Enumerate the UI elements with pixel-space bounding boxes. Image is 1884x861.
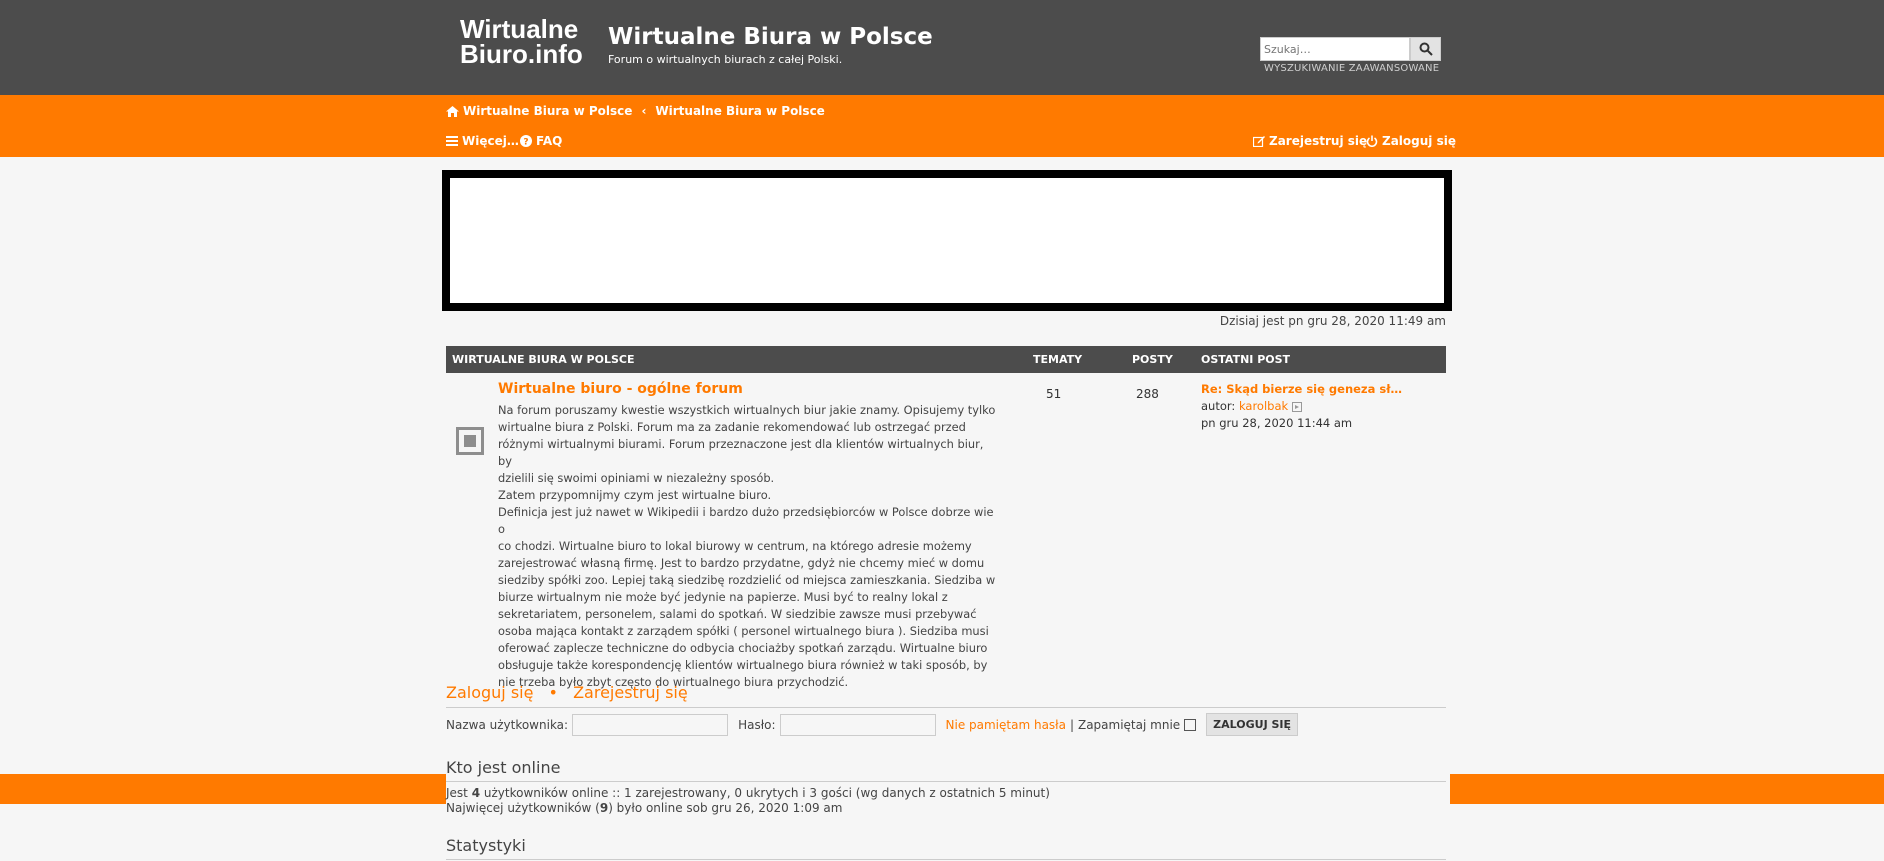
home-icon bbox=[446, 105, 459, 117]
login-link[interactable]: Zaloguj się bbox=[1366, 134, 1456, 148]
edit-icon bbox=[1253, 136, 1265, 147]
forum-read-icon bbox=[456, 427, 484, 455]
description-line: wirtualne biura z Polski. Forum ma za za… bbox=[498, 420, 966, 434]
last-post-info: Re: Skąd bierze się geneza sł… autor: ka… bbox=[1201, 381, 1402, 432]
remember-me-checkbox[interactable] bbox=[1184, 718, 1197, 731]
search-button[interactable] bbox=[1410, 37, 1441, 61]
question-circle-icon: ? bbox=[520, 135, 532, 147]
ad-banner bbox=[442, 170, 1452, 311]
online-title: Kto jest online bbox=[446, 758, 561, 777]
divider bbox=[446, 859, 1446, 860]
description-line: dzielili się swoimi opiniami w niezależn… bbox=[498, 471, 775, 485]
search-input[interactable] bbox=[1260, 37, 1410, 61]
max-online-suffix: ) było online sob gru 26, 2020 1:09 am bbox=[608, 801, 843, 815]
svg-text:?: ? bbox=[523, 138, 528, 148]
description-line: różnymi wirtualnymi biurami. Forum przez… bbox=[498, 437, 984, 468]
description-line: Zatem przypomnijmy czym jest wirtualne b… bbox=[498, 488, 772, 502]
logo-line-2: Biuro.info bbox=[460, 39, 583, 69]
faq-label: FAQ bbox=[536, 134, 563, 148]
description-line: siedziby spółki zoo. Lepiej taką siedzib… bbox=[498, 573, 996, 587]
online-count: 4 bbox=[471, 786, 481, 800]
description-line: oferować zaplecze techniczne do odbycia … bbox=[498, 641, 988, 655]
last-post-time: pn gru 28, 2020 11:44 am bbox=[1201, 416, 1353, 430]
forgot-password-link[interactable]: Nie pamiętam hasła bbox=[946, 718, 1066, 732]
breadcrumb-separator: ‹ bbox=[641, 104, 647, 118]
last-post-title-link[interactable]: Re: Skąd bierze się geneza sł… bbox=[1201, 381, 1402, 398]
posts-column-header: POSTY bbox=[1132, 353, 1173, 366]
description-line: sekretariatem, personelem, salami do spo… bbox=[498, 607, 977, 621]
search-icon bbox=[1419, 42, 1433, 56]
last-post-author-line: autor: karolbak bbox=[1201, 398, 1402, 415]
username-field[interactable] bbox=[572, 713, 729, 736]
more-menu-label: Więcej… bbox=[462, 134, 519, 148]
author-label: autor: bbox=[1201, 399, 1236, 413]
divider bbox=[446, 781, 1446, 782]
advanced-search-link[interactable]: WYSZUKIWANIE ZAAWANSOWANE bbox=[1264, 63, 1439, 74]
power-icon bbox=[1366, 135, 1378, 147]
view-latest-post-icon[interactable] bbox=[1291, 401, 1302, 412]
category-title[interactable]: WIRTUALNE BIURA W POLSCE bbox=[452, 353, 635, 366]
forum-table-header: WIRTUALNE BIURA W POLSCE TEMATY POSTY OS… bbox=[446, 346, 1446, 373]
description-line: zarejestrować własną firmę. Jest to bard… bbox=[498, 556, 985, 570]
max-online-prefix: Najwięcej użytkowników ( bbox=[446, 801, 600, 815]
forum-description: Na forum poruszamy kwestie wszystkich wi… bbox=[498, 402, 998, 691]
site-logo[interactable]: Wirtualne Biuro.info bbox=[460, 16, 583, 69]
login-header-separator: • bbox=[548, 683, 558, 702]
login-label: Zaloguj się bbox=[1382, 134, 1456, 148]
login-header: Zaloguj się • Zarejestruj się bbox=[446, 683, 688, 702]
faq-link[interactable]: ? FAQ bbox=[520, 134, 562, 148]
hamburger-icon bbox=[446, 136, 458, 146]
description-line: osoba mająca kontakt z zarządem spółki (… bbox=[498, 624, 989, 638]
more-menu[interactable]: Więcej… bbox=[446, 134, 519, 148]
breadcrumb: Wirtualne Biura w Polsce ‹ Wirtualne Biu… bbox=[446, 104, 825, 118]
description-line: obsługuje także korespondencję klientów … bbox=[498, 658, 988, 672]
register-header-link[interactable]: Zarejestruj się bbox=[573, 683, 688, 702]
topics-column-header: TEMATY bbox=[1033, 353, 1083, 366]
max-online-line: Najwięcej użytkowników (9) było online s… bbox=[446, 801, 842, 815]
divider bbox=[446, 707, 1446, 708]
pipe-separator: | bbox=[1069, 717, 1074, 732]
site-description: Forum o wirtualnych biurach z całej Pols… bbox=[608, 53, 843, 66]
posts-count: 288 bbox=[1136, 387, 1159, 401]
statistics-title: Statystyki bbox=[446, 836, 526, 855]
forum-row: Wirtualne biuro - ogólne forum Na forum … bbox=[446, 373, 1446, 689]
register-label: Zarejestruj się bbox=[1269, 134, 1368, 148]
register-link[interactable]: Zarejestruj się bbox=[1253, 134, 1367, 148]
description-line: co chodzi. Wirtualne biuro to lokal biur… bbox=[498, 539, 972, 553]
breadcrumb-item-home[interactable]: Wirtualne Biura w Polsce bbox=[463, 104, 632, 118]
nav-bar bbox=[0, 95, 1884, 157]
online-users-line: Jest 4 użytkowników online :: 1 zarejest… bbox=[446, 786, 1050, 800]
max-online-count: 9 bbox=[599, 801, 609, 815]
quick-login-form: Nazwa użytkownika: Hasło: Nie pamiętam h… bbox=[446, 713, 1299, 736]
username-label: Nazwa użytkownika: bbox=[446, 717, 569, 732]
last-post-column-header: OSTATNI POST bbox=[1201, 353, 1291, 366]
description-line: Definicja jest już nawet w Wikipedii i b… bbox=[498, 505, 994, 536]
last-post-author-link[interactable]: karolbak bbox=[1239, 399, 1288, 413]
remember-me-label: Zapamiętaj mnie bbox=[1077, 717, 1181, 732]
online-prefix: Jest bbox=[446, 786, 468, 800]
header-bar bbox=[0, 0, 1884, 95]
password-label: Hasło: bbox=[738, 717, 776, 732]
current-date: Dzisiaj jest pn gru 28, 2020 11:49 am bbox=[1219, 314, 1446, 328]
description-line: biurze wirtualnym nie może być jedynie n… bbox=[498, 590, 948, 604]
site-title[interactable]: Wirtualne Biura w Polsce bbox=[608, 24, 933, 50]
forum-title-link[interactable]: Wirtualne biuro - ogólne forum bbox=[498, 381, 743, 397]
description-line: Na forum poruszamy kwestie wszystkich wi… bbox=[498, 403, 996, 417]
topics-count: 51 bbox=[1046, 387, 1062, 401]
login-header-link[interactable]: Zaloguj się bbox=[446, 683, 533, 702]
login-submit-button[interactable]: ZALOGUJ SIĘ bbox=[1206, 713, 1299, 736]
online-suffix: użytkowników online :: 1 zarejestrowany,… bbox=[483, 786, 1050, 800]
password-field[interactable] bbox=[779, 713, 936, 736]
breadcrumb-item-forum[interactable]: Wirtualne Biura w Polsce bbox=[655, 104, 824, 118]
